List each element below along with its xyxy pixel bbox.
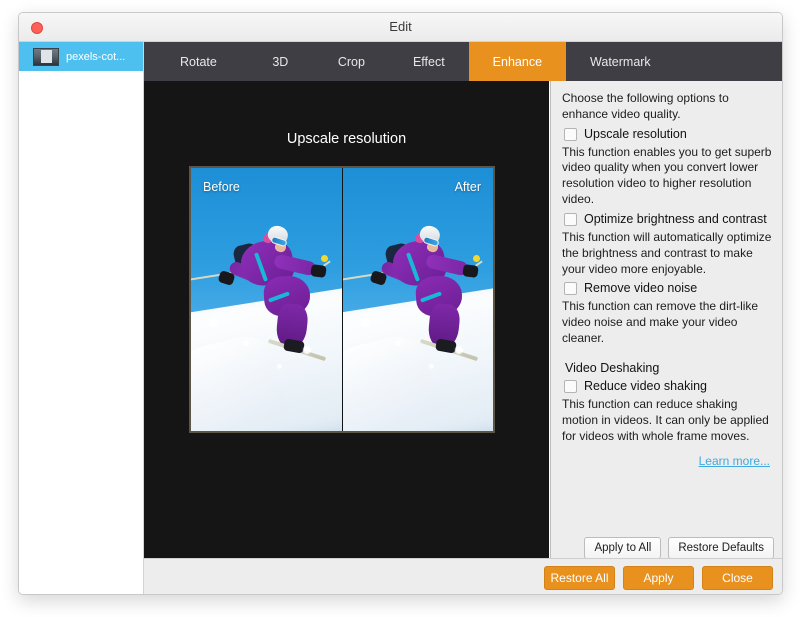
option-label: Reduce video shaking [584, 378, 707, 393]
close-button[interactable]: Close [702, 566, 773, 590]
canvas-title: Upscale resolution [286, 131, 407, 147]
edit-window: Edit pexels-cot... Rotate 3D Crop Effect… [18, 12, 783, 595]
learn-more-container: Learn more... [562, 452, 772, 470]
skier-figure [343, 208, 491, 362]
before-label: Before [203, 180, 240, 194]
tab-watermark[interactable]: Watermark [566, 42, 675, 81]
checkbox-reduce-video-shaking[interactable] [564, 379, 577, 393]
panel-button-group: Apply to All Restore Defaults [584, 537, 774, 559]
after-label: After [454, 180, 481, 194]
snow-spray [395, 340, 401, 346]
option-optimize-brightness-contrast[interactable]: Optimize brightness and contrast [564, 212, 772, 227]
snow-spray [277, 364, 282, 369]
glove-right [462, 264, 479, 278]
apply-to-all-button[interactable]: Apply to All [584, 537, 662, 559]
preview-pane-after: After [342, 168, 493, 431]
option-reduce-video-shaking[interactable]: Reduce video shaking [564, 379, 772, 394]
window-footer: Restore All Apply Close [144, 558, 782, 594]
option-remove-video-noise[interactable]: Remove video noise [564, 281, 772, 296]
learn-more-link[interactable]: Learn more... [699, 454, 770, 468]
ski-scene-before [191, 168, 342, 431]
option-upscale-resolution[interactable]: Upscale resolution [564, 127, 772, 142]
editor-tabbar: Rotate 3D Crop Effect Enhance Watermark [144, 42, 782, 81]
ski-scene-after [343, 168, 493, 431]
option-description-deshaking: This function can reduce shaking motion … [562, 396, 769, 443]
boot [435, 338, 457, 354]
snow-spray [429, 364, 434, 369]
tab-effect[interactable]: Effect [389, 42, 469, 81]
tab-rotate[interactable]: Rotate [144, 42, 247, 81]
window-titlebar: Edit [19, 13, 782, 42]
snow-spray [361, 318, 370, 327]
tab-3d[interactable]: 3D [247, 42, 314, 81]
apply-button[interactable]: Apply [623, 566, 694, 590]
enhance-options-panel: Choose the following options to enhance … [550, 81, 782, 571]
before-after-preview: Before After [189, 166, 495, 433]
option-description-noise: This function can remove the dirt-like v… [562, 299, 759, 346]
option-label: Remove video noise [584, 281, 698, 296]
glove-right [310, 264, 327, 278]
screen: Edit pexels-cot... Rotate 3D Crop Effect… [0, 0, 800, 617]
panel-intro-text: Choose the following options to enhance … [562, 91, 729, 121]
skier-figure [191, 208, 339, 362]
option-description-upscale: This function enables you to get superb … [562, 144, 772, 207]
sidebar-item-label: pexels-cot... [66, 50, 126, 63]
pole-basket-icon [321, 255, 328, 262]
group-title-video-deshaking: Video Deshaking [565, 360, 660, 375]
option-label: Optimize brightness and contrast [584, 211, 767, 226]
tab-enhance[interactable]: Enhance [468, 42, 567, 81]
footer-button-group: Restore All Apply Close [544, 566, 773, 590]
snow-spray [455, 346, 463, 354]
boot [283, 338, 305, 354]
window-title: Edit [389, 19, 412, 34]
tab-crop[interactable]: Crop [314, 42, 389, 81]
option-label: Upscale resolution [584, 126, 687, 141]
snow-spray [303, 346, 311, 354]
restore-defaults-button[interactable]: Restore Defaults [668, 537, 774, 559]
preview-canvas: Upscale resolution Before After [144, 81, 549, 571]
checkbox-upscale-resolution[interactable] [564, 127, 577, 141]
preview-pane-before: Before [191, 168, 342, 431]
video-thumbnail-icon [33, 47, 59, 66]
sidebar-item-clip[interactable]: pexels-cot... [19, 42, 143, 71]
checkbox-optimize-brightness-contrast[interactable] [564, 212, 577, 226]
checkbox-remove-video-noise[interactable] [564, 282, 577, 296]
snow-spray [209, 318, 218, 327]
option-description-brightness: This function will automatically optimiz… [562, 229, 772, 276]
pole-basket-icon [473, 255, 480, 262]
snow-spray [243, 340, 249, 346]
restore-all-button[interactable]: Restore All [544, 566, 615, 590]
clip-list-sidebar: pexels-cot... [19, 42, 144, 594]
